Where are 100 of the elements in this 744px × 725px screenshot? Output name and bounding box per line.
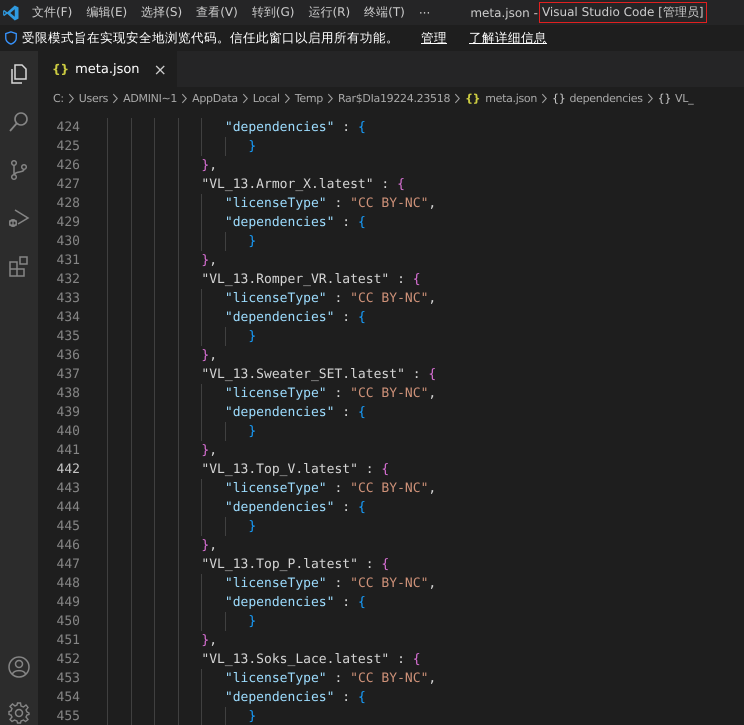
- menu-item[interactable]: ···: [418, 6, 430, 20]
- breadcrumb-item[interactable]: VL_: [675, 92, 694, 104]
- menu-item[interactable]: 文件(F): [32, 4, 72, 21]
- code-line: "dependencies" : {: [224, 309, 366, 327]
- code-line: "VL_13.Top_P.latest" : {: [200, 556, 390, 574]
- code-line: },: [200, 442, 218, 460]
- chevron-icon: [284, 92, 291, 104]
- breadcrumb-item[interactable]: Users: [78, 92, 108, 104]
- shield-icon: [4, 31, 18, 45]
- chevron-icon: [326, 92, 334, 104]
- code-line: }: [247, 328, 256, 346]
- line-number: 447: [56, 557, 80, 572]
- line-number: 454: [56, 690, 80, 705]
- code-line: "licenseType" : "CC BY-NC",: [224, 575, 436, 593]
- code-line: "licenseType" : "CC BY-NC",: [224, 290, 436, 308]
- menu-item[interactable]: 转到(G): [252, 4, 294, 21]
- code-line: "licenseType" : "CC BY-NC",: [224, 195, 436, 213]
- breadcrumb-item[interactable]: C:: [53, 92, 64, 104]
- code-line: },: [200, 537, 218, 555]
- code-line: },: [200, 252, 218, 270]
- chevron-icon: [112, 92, 120, 104]
- settings-icon[interactable]: [7, 701, 31, 725]
- code-line: }: [247, 233, 256, 251]
- menu-item[interactable]: 运行(R): [308, 4, 350, 21]
- line-number: 449: [56, 595, 80, 610]
- breadcrumb-item[interactable]: ADMINI~1: [123, 92, 178, 104]
- code-line: "dependencies" : {: [224, 119, 366, 137]
- code-line: }: [247, 138, 256, 156]
- line-number: 425: [56, 139, 80, 154]
- line-number: 437: [56, 367, 80, 382]
- code-line: }: [247, 613, 256, 631]
- chevron-icon: [181, 92, 188, 104]
- chevron-icon: [646, 92, 654, 104]
- line-number: 451: [56, 633, 80, 648]
- code-line: }: [247, 518, 256, 536]
- code-line: "licenseType" : "CC BY-NC",: [224, 385, 436, 403]
- line-number: 453: [56, 671, 80, 686]
- chevron-icon: [454, 92, 462, 104]
- close-icon[interactable]: ×: [154, 60, 167, 78]
- search-icon[interactable]: [7, 110, 31, 134]
- code-line: "licenseType" : "CC BY-NC",: [224, 480, 436, 498]
- menu-item[interactable]: 选择(S): [141, 4, 182, 21]
- line-number: 429: [56, 215, 80, 230]
- line-number: 436: [56, 348, 80, 363]
- line-number: 438: [56, 386, 80, 401]
- editor-tab[interactable]: {} meta.json ×: [38, 51, 178, 87]
- banner-link[interactable]: 了解详细信息: [469, 30, 547, 46]
- line-number: 426: [56, 158, 80, 173]
- menu-item[interactable]: 查看(V): [196, 4, 238, 21]
- line-number: 443: [56, 481, 80, 496]
- breadcrumb-item[interactable]: Local: [252, 92, 280, 104]
- line-number: 455: [56, 709, 80, 724]
- line-number: 432: [56, 272, 80, 287]
- code-line: }: [247, 708, 256, 725]
- breadcrumb-item[interactable]: Rar$DIa19224.23518: [338, 92, 450, 104]
- menu-item[interactable]: 终端(T): [364, 4, 405, 21]
- json-file-icon: {}: [52, 62, 70, 76]
- line-number: 435: [56, 329, 80, 344]
- object-icon: {}: [658, 92, 672, 104]
- chevron-icon: [541, 92, 548, 104]
- breadcrumb-item[interactable]: Temp: [294, 92, 323, 104]
- line-number: 452: [56, 652, 80, 667]
- chevron-icon: [68, 92, 75, 104]
- line-number: 446: [56, 538, 80, 553]
- account-icon[interactable]: [7, 655, 31, 679]
- code-line: },: [200, 632, 218, 650]
- line-number: 448: [56, 576, 80, 591]
- line-number: 430: [56, 234, 80, 249]
- breadcrumb-item[interactable]: meta.json: [485, 92, 538, 104]
- code-line: "dependencies" : {: [224, 689, 366, 707]
- extensions-icon[interactable]: [7, 254, 31, 278]
- code-line: "licenseType" : "CC BY-NC",: [224, 670, 436, 688]
- code-line: "VL_13.Armor_X.latest" : {: [200, 176, 405, 194]
- vscode-logo-icon: [2, 4, 20, 22]
- chevron-icon: [242, 92, 249, 104]
- code-line: "dependencies" : {: [224, 499, 366, 517]
- restricted-mode-message: 受限模式旨在实现安全地浏览代码。信任此窗口以启用所有功能。: [22, 30, 399, 46]
- line-number: 433: [56, 291, 80, 306]
- json-file-icon: {}: [465, 92, 480, 104]
- code-line: "VL_13.Soks_Lace.latest" : {: [200, 651, 421, 669]
- line-number: 434: [56, 310, 80, 325]
- line-number: 431: [56, 253, 80, 268]
- line-number: 439: [56, 405, 80, 420]
- line-number: 444: [56, 500, 80, 515]
- code-line: "VL_13.Romper_VR.latest" : {: [200, 271, 421, 289]
- breadcrumb-item[interactable]: AppData: [192, 92, 238, 104]
- line-number: 445: [56, 519, 80, 534]
- code-line: "dependencies" : {: [224, 594, 366, 612]
- banner-link[interactable]: 管理: [421, 30, 447, 46]
- object-icon: {}: [552, 92, 566, 104]
- line-number: 450: [56, 614, 80, 629]
- code-line: }: [247, 423, 256, 441]
- code-line: "VL_13.Sweater_SET.latest" : {: [200, 366, 436, 384]
- code-line: "VL_13.Top_V.latest" : {: [200, 461, 390, 479]
- breadcrumb-item[interactable]: dependencies: [569, 92, 643, 104]
- code-line: },: [200, 347, 218, 365]
- menu-item[interactable]: 编辑(E): [86, 4, 128, 21]
- line-number: 428: [56, 196, 80, 211]
- code-line: },: [200, 157, 218, 175]
- line-number: 442: [56, 462, 80, 477]
